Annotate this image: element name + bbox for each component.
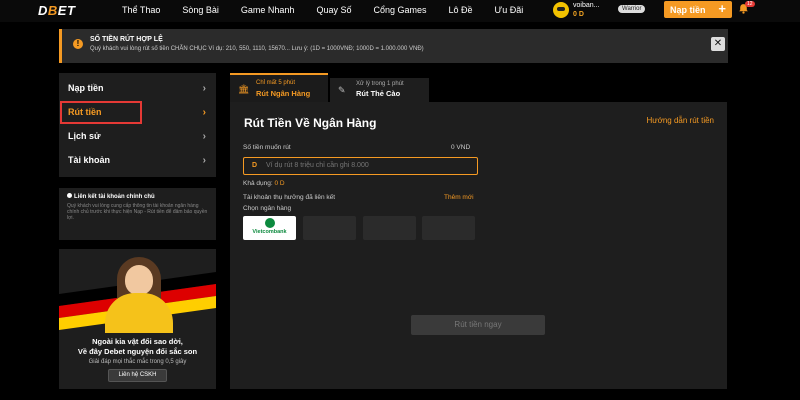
- logo-accent: B: [47, 3, 58, 18]
- available-balance: Khả dụng: 0 D: [243, 180, 285, 187]
- sidebar-item-lich-su[interactable]: Lịch sử ›: [59, 125, 216, 148]
- chevron-right-icon: ›: [202, 131, 206, 142]
- support-subtext: Giải đáp mọi thắc mắc trong 0,5 giây: [88, 359, 187, 365]
- notice-text: Quý khách vui lòng rút số tiền CHẴN CHỤC…: [90, 46, 424, 52]
- tab-subtitle: Chỉ mất 5 phút: [256, 80, 296, 86]
- user-balance: 0 D: [573, 11, 584, 18]
- sidebar-item-label: Nạp tiền: [68, 83, 104, 93]
- support-promo-card: Ngoài kia vật đổi sao dời, Về đây Debet …: [59, 249, 216, 389]
- support-agent-face: [125, 265, 153, 295]
- withdraw-panel: Rút Tiền Về Ngân Hàng Hướng dẫn rút tiền…: [230, 102, 727, 389]
- bank-option-empty[interactable]: [363, 216, 416, 240]
- top-navbar: DBET Thể Thao Sòng Bài Game Nhanh Quay S…: [0, 0, 800, 22]
- notification-count-badge: 12: [745, 1, 755, 7]
- chevron-right-icon: ›: [202, 83, 206, 94]
- page-title: Rút Tiền Về Ngân Hàng: [244, 116, 377, 130]
- nav-item-lo-de[interactable]: Lô Đề: [449, 5, 473, 15]
- support-slogan: Ngoài kia vật đổi sao dời, Về đây Debet …: [59, 337, 216, 357]
- info-dot-icon: [67, 193, 72, 198]
- vietcombank-logo-icon: [265, 218, 275, 228]
- tab-bank-withdraw[interactable]: 🏛 Chỉ mất 5 phút Rút Ngân Hàng: [230, 73, 328, 102]
- bank-option-empty[interactable]: [422, 216, 475, 240]
- bank-name: Vietcombank: [252, 229, 287, 235]
- avatar[interactable]: [553, 2, 569, 18]
- tab-card-withdraw[interactable]: ✎ Xử lý trong 1 phút Rút Thẻ Cào: [330, 78, 429, 102]
- linked-accounts-label: Tài khoản thụ hưởng đã liên kết: [243, 194, 336, 201]
- sidebar-item-label: Tài khoản: [68, 155, 111, 165]
- rank-badge: Warrior: [618, 5, 646, 13]
- debet-logo[interactable]: DBET: [38, 3, 75, 18]
- currency-prefix: D: [252, 162, 258, 169]
- sidebar-item-label: Lịch sử: [68, 131, 101, 141]
- account-sidebar-menu: Nạp tiền › Rút tiền › Lịch sử › Tài khoả…: [59, 73, 216, 177]
- tab-title: Rút Thẻ Cào: [356, 89, 401, 98]
- amount-input[interactable]: D Ví dụ rút 8 triệu chỉ cần ghi 8.000: [243, 157, 478, 175]
- close-icon[interactable]: ✕: [711, 37, 725, 51]
- bank-link-hint: Liên kết tài khoản chính chủ Quý khách v…: [59, 188, 216, 240]
- tab-subtitle: Xử lý trong 1 phút: [356, 81, 404, 87]
- user-profile[interactable]: voiban... 0 D: [553, 1, 599, 19]
- nav-item-song-bai[interactable]: Sòng Bài: [182, 5, 219, 15]
- contact-support-button[interactable]: Liên hệ CSKH: [108, 369, 167, 382]
- chevron-right-icon: ›: [202, 155, 206, 166]
- bank-option-empty[interactable]: [303, 216, 356, 240]
- bank-hint-text: Quý khách vui lòng cung cấp thông tin tà…: [67, 203, 208, 221]
- nav-item-uu-dai[interactable]: Ưu Đãi: [495, 5, 524, 15]
- bank-hint-title-text: Liên kết tài khoản chính chủ: [74, 194, 155, 200]
- card-icon: ✎: [338, 85, 346, 95]
- withdraw-now-button[interactable]: Rút tiền ngay: [411, 315, 545, 335]
- sidebar-item-nap-tien[interactable]: Nạp tiền ›: [59, 77, 216, 100]
- amount-unit: 0 VND: [451, 144, 471, 151]
- withdraw-rule-notice: ! SỐ TIỀN RÚT HỢP LỆ Quý khách vui lòng …: [59, 29, 728, 63]
- nav-item-cong-games[interactable]: Cổng Games: [373, 5, 426, 15]
- nav-item-quay-so[interactable]: Quay Số: [316, 5, 351, 15]
- chevron-right-icon: ›: [202, 107, 206, 118]
- nav-item-game-nhanh[interactable]: Game Nhanh: [241, 5, 295, 15]
- deposit-button-label: Nạp tiền: [670, 4, 706, 15]
- sidebar-item-tai-khoan[interactable]: Tài khoản ›: [59, 149, 216, 172]
- available-label: Khả dụng:: [243, 180, 273, 187]
- bank-hint-title: Liên kết tài khoản chính chủ: [67, 193, 155, 200]
- available-value: 0 D: [274, 180, 285, 187]
- logo-part: D: [38, 3, 48, 18]
- notice-title: SỐ TIỀN RÚT HỢP LỆ: [90, 36, 163, 43]
- plus-icon: +: [718, 1, 726, 16]
- active-item-highlight: [60, 101, 142, 124]
- add-new-account-link[interactable]: Thêm mới: [444, 194, 474, 201]
- deposit-button[interactable]: Nạp tiền +: [664, 1, 732, 18]
- amount-label: Số tiền muốn rút: [243, 144, 291, 151]
- main-nav: Thể Thao Sòng Bài Game Nhanh Quay Số Cổn…: [122, 5, 545, 15]
- amount-input-placeholder: Ví dụ rút 8 triệu chỉ cần ghi 8.000: [266, 162, 369, 169]
- bank-icon: 🏛: [238, 84, 250, 94]
- logo-part: ET: [57, 3, 76, 18]
- username: voiban...: [573, 2, 600, 9]
- withdraw-guide-link[interactable]: Hướng dẫn rút tiền: [646, 116, 714, 125]
- user-info: voiban... 0 D: [573, 1, 599, 19]
- nav-item-the-thao[interactable]: Thể Thao: [122, 5, 160, 15]
- choose-bank-label: Chọn ngân hàng: [243, 205, 292, 212]
- support-slogan-line-2: Về đây Debet nguyện đổi sắc son: [77, 347, 198, 356]
- bank-option-vietcombank[interactable]: Vietcombank: [243, 216, 296, 240]
- support-slogan-line-1: Ngoài kia vật đổi sao dời,: [92, 337, 183, 346]
- warning-icon: !: [73, 39, 83, 49]
- tab-title: Rút Ngân Hàng: [256, 89, 311, 98]
